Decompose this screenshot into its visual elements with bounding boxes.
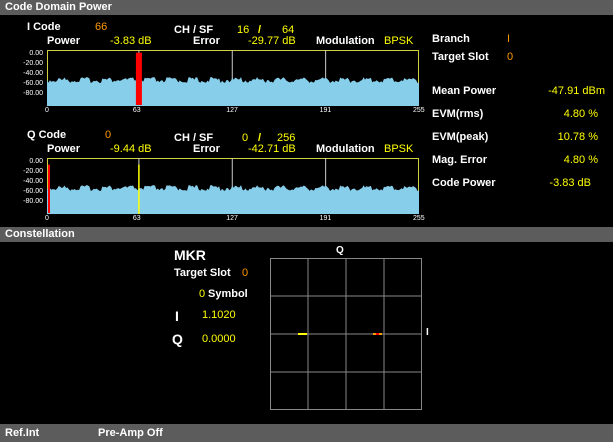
target-slot-label: Target Slot bbox=[432, 51, 489, 63]
q-code-label: Q Code bbox=[27, 129, 67, 141]
i-code-value: 66 bbox=[95, 21, 108, 33]
mkr-title: MKR bbox=[174, 247, 206, 263]
q-chart-x-tick: 0 bbox=[45, 215, 49, 222]
target-slot-value: 0 bbox=[507, 51, 514, 63]
status-bar: Ref.Int Pre-Amp Off bbox=[0, 424, 613, 442]
q-chart-x-tick: 63 bbox=[132, 215, 141, 222]
q-chart-y-tick: -20.00 bbox=[23, 168, 43, 175]
q-code-domain-chart bbox=[47, 158, 419, 214]
constellation-point-left bbox=[298, 333, 307, 335]
q-chart-y-tick: -60.00 bbox=[23, 188, 43, 195]
mkr-q-value: 0.0000 bbox=[202, 333, 236, 345]
branch-value: I bbox=[507, 33, 511, 45]
q-error-label: Error bbox=[193, 143, 220, 155]
q-chart-x-tick: 191 bbox=[319, 215, 332, 222]
i-chart-y-tick: -60.00 bbox=[23, 80, 43, 87]
mkr-target-slot-value: 0 bbox=[242, 267, 249, 279]
mkr-q-label: Q bbox=[172, 331, 183, 347]
cdp-panel-header: Code Domain Power bbox=[0, 0, 613, 15]
i-chart-highlight-bar bbox=[135, 52, 142, 105]
constellation-i-axis-label: I bbox=[426, 327, 429, 338]
i-power-label: Power bbox=[47, 35, 81, 47]
i-chart-y-tick: -80.00 bbox=[23, 90, 43, 97]
q-chart-x-tick: 255 bbox=[413, 215, 425, 222]
code-power-label: Code Power bbox=[432, 177, 496, 189]
mkr-i-value: 1.1020 bbox=[202, 309, 236, 321]
q-chart-highlight-bar bbox=[48, 164, 50, 213]
q-modulation-value: BPSK bbox=[384, 143, 414, 155]
ref-status: Ref.Int bbox=[5, 427, 40, 439]
i-code-label: I Code bbox=[27, 21, 61, 33]
i-chart-x-tick: 255 bbox=[413, 107, 425, 114]
i-chart-y-tick: 0.00 bbox=[29, 50, 43, 57]
q-chart-y-tick: -40.00 bbox=[23, 178, 43, 185]
evm-peak-value: 10.78 % bbox=[557, 131, 598, 143]
mag-error-value: 4.80 % bbox=[563, 154, 598, 166]
q-chart-y-tick: -80.00 bbox=[23, 198, 43, 205]
mkr-symbol-label: Symbol bbox=[208, 288, 248, 300]
i-chart-trace bbox=[47, 77, 419, 106]
mkr-target-slot-label: Target Slot bbox=[174, 267, 231, 279]
constellation-q-axis-label: Q bbox=[336, 245, 344, 256]
i-modulation-label: Modulation bbox=[316, 35, 375, 47]
evm-rms-value: 4.80 % bbox=[563, 108, 598, 120]
evm-rms-label: EVM(rms) bbox=[432, 108, 484, 120]
i-chart-x-tick: 0 bbox=[45, 107, 49, 114]
q-power-label: Power bbox=[47, 143, 81, 155]
mkr-symbol-value: 0 bbox=[199, 288, 206, 300]
branch-label: Branch bbox=[432, 33, 470, 45]
i-chart-x-tick: 127 bbox=[226, 107, 238, 114]
constellation-plot bbox=[270, 258, 422, 410]
i-chart-y-tick: -40.00 bbox=[23, 70, 43, 77]
mkr-i-label: I bbox=[175, 308, 179, 324]
q-code-value: 0 bbox=[105, 129, 112, 141]
mean-power-label: Mean Power bbox=[432, 85, 497, 97]
constellation-marker-point bbox=[376, 333, 379, 335]
i-error-value: -29.77 dB bbox=[248, 35, 296, 47]
q-modulation-label: Modulation bbox=[316, 143, 375, 155]
cdp-panel-title: Code Domain Power bbox=[5, 1, 112, 13]
q-chart-x-tick: 127 bbox=[226, 215, 238, 222]
evm-peak-label: EVM(peak) bbox=[432, 131, 489, 143]
mag-error-label: Mag. Error bbox=[432, 154, 488, 166]
q-chart-y-tick: 0.00 bbox=[29, 158, 43, 165]
i-chart-x-tick: 63 bbox=[132, 107, 141, 114]
i-power-value: -3.83 dB bbox=[110, 35, 152, 47]
constellation-panel-title: Constellation bbox=[5, 228, 75, 240]
i-chart-y-tick: -20.00 bbox=[23, 60, 43, 67]
q-power-value: -9.44 dB bbox=[110, 143, 152, 155]
preamp-status: Pre-Amp Off bbox=[98, 427, 163, 439]
q-chart-trace bbox=[47, 185, 419, 214]
i-chart-x-tick: 191 bbox=[319, 107, 332, 114]
q-error-value: -42.71 dB bbox=[248, 143, 296, 155]
i-code-domain-chart bbox=[47, 50, 419, 106]
mean-power-value: -47.91 dBm bbox=[548, 85, 605, 97]
code-power-value: -3.83 dB bbox=[549, 177, 591, 189]
i-error-label: Error bbox=[193, 35, 220, 47]
constellation-panel-header: Constellation bbox=[0, 227, 613, 242]
i-modulation-value: BPSK bbox=[384, 35, 414, 47]
